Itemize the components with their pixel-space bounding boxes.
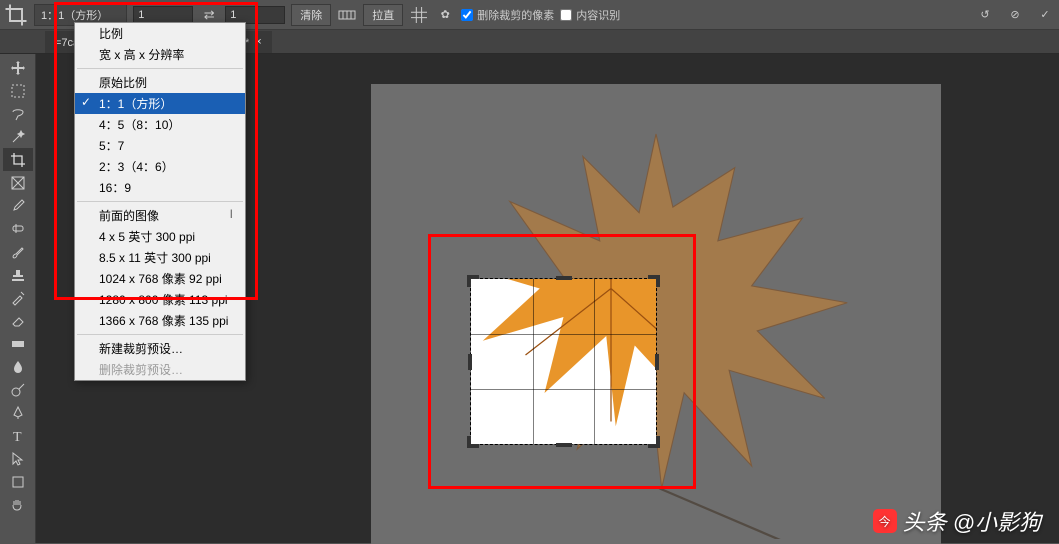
- move-tool[interactable]: [3, 56, 33, 79]
- crop-handle-bl[interactable]: [467, 436, 479, 448]
- watermark: 今 头条 @小影狗: [873, 505, 1041, 537]
- clear-button[interactable]: 清除: [291, 4, 331, 26]
- brush-tool[interactable]: [3, 240, 33, 263]
- dropdown-item-preset-1024[interactable]: 1024 x 768 像素 92 ppi: [75, 268, 245, 289]
- crop-tool-indicator: [4, 3, 28, 27]
- dropdown-separator: [77, 201, 243, 202]
- left-toolbar: T: [0, 54, 36, 543]
- lasso-tool[interactable]: [3, 102, 33, 125]
- crop-border: [470, 278, 657, 445]
- eraser-tool[interactable]: [3, 309, 33, 332]
- watermark-user: @小影狗: [953, 505, 1041, 537]
- image-stage[interactable]: [371, 84, 941, 544]
- crop-handle-tr[interactable]: [648, 275, 660, 287]
- shape-tool[interactable]: [3, 470, 33, 493]
- watermark-brand: 头条: [903, 505, 947, 537]
- gradient-tool[interactable]: [3, 332, 33, 355]
- crop-tool[interactable]: [3, 148, 33, 171]
- dropdown-item-ratio-5-7[interactable]: 5：7: [75, 135, 245, 156]
- delete-cropped-pixels-checkbox[interactable]: 删除裁剪的像素: [461, 7, 554, 23]
- content-aware-checkbox[interactable]: 内容识别: [560, 7, 620, 23]
- history-brush-tool[interactable]: [3, 286, 33, 309]
- reset-icon[interactable]: ↺: [975, 5, 995, 25]
- dropdown-item-ratio-16-9[interactable]: 16：9: [75, 177, 245, 198]
- hand-tool[interactable]: [3, 493, 33, 516]
- crop-handle-r[interactable]: [655, 354, 659, 370]
- dropdown-item-wxhxres[interactable]: 宽 x 高 x 分辨率: [75, 44, 245, 65]
- path-selection-tool[interactable]: [3, 447, 33, 470]
- healing-brush-tool[interactable]: [3, 217, 33, 240]
- dropdown-item-new-preset[interactable]: 新建裁剪预设…: [75, 338, 245, 359]
- watermark-badge-icon: 今: [873, 509, 897, 533]
- stamp-tool[interactable]: [3, 263, 33, 286]
- straighten-button[interactable]: 拉直: [363, 4, 403, 26]
- dropdown-item-ratio-4-5[interactable]: 4：5（8：10）: [75, 114, 245, 135]
- dropdown-separator: [77, 68, 243, 69]
- marquee-tool[interactable]: [3, 79, 33, 102]
- crop-height-input[interactable]: [225, 6, 285, 24]
- cancel-icon[interactable]: ⊘: [1005, 5, 1025, 25]
- settings-gear-icon[interactable]: ✿: [435, 5, 455, 25]
- dropdown-item-ratio-1-1[interactable]: ✓1：1（方形）: [75, 93, 245, 114]
- crop-width-input[interactable]: [133, 6, 193, 24]
- dropdown-item-delete-preset: 删除裁剪预设…: [75, 359, 245, 380]
- checkbox-label: 删除裁剪的像素: [477, 7, 554, 23]
- crop-handle-tl[interactable]: [467, 275, 479, 287]
- ratio-preset-dropdown: 比例 宽 x 高 x 分辨率 原始比例 ✓1：1（方形） 4：5（8：10） 5…: [74, 22, 246, 381]
- magic-wand-tool[interactable]: [3, 125, 33, 148]
- crop-handle-t[interactable]: [556, 276, 572, 280]
- overlay-grid-icon[interactable]: [409, 5, 429, 25]
- dropdown-item-preset-4x5[interactable]: 4 x 5 英寸 300 ppi: [75, 226, 245, 247]
- checkbox-label: 内容识别: [576, 7, 620, 23]
- dropdown-group-front-image[interactable]: 前面的图像I: [75, 205, 245, 226]
- svg-text:T: T: [13, 430, 22, 444]
- pen-tool[interactable]: [3, 401, 33, 424]
- close-tab-icon[interactable]: ×: [255, 36, 261, 48]
- dodge-tool[interactable]: [3, 378, 33, 401]
- dropdown-item-ratio-2-3[interactable]: 2：3（4：6）: [75, 156, 245, 177]
- blur-tool[interactable]: [3, 355, 33, 378]
- dropdown-group-original[interactable]: 原始比例: [75, 72, 245, 93]
- dropdown-separator: [77, 334, 243, 335]
- crop-handle-b[interactable]: [556, 443, 572, 447]
- eyedropper-tool[interactable]: [3, 194, 33, 217]
- straighten-icon[interactable]: [337, 5, 357, 25]
- dropdown-group-ratio[interactable]: 比例: [75, 23, 245, 44]
- commit-check-icon[interactable]: ✓: [1035, 5, 1055, 25]
- ratio-preset-label: 1：1（方形）: [41, 10, 108, 22]
- frame-tool[interactable]: [3, 171, 33, 194]
- dropdown-item-preset-1280[interactable]: 1280 x 800 像素 113 ppi: [75, 289, 245, 310]
- type-tool[interactable]: T: [3, 424, 33, 447]
- crop-handle-l[interactable]: [468, 354, 472, 370]
- crop-region[interactable]: [471, 279, 656, 444]
- dropdown-item-preset-1366[interactable]: 1366 x 768 像素 135 ppi: [75, 310, 245, 331]
- crop-handle-br[interactable]: [648, 436, 660, 448]
- dropdown-item-preset-85x11[interactable]: 8.5 x 11 英寸 300 ppi: [75, 247, 245, 268]
